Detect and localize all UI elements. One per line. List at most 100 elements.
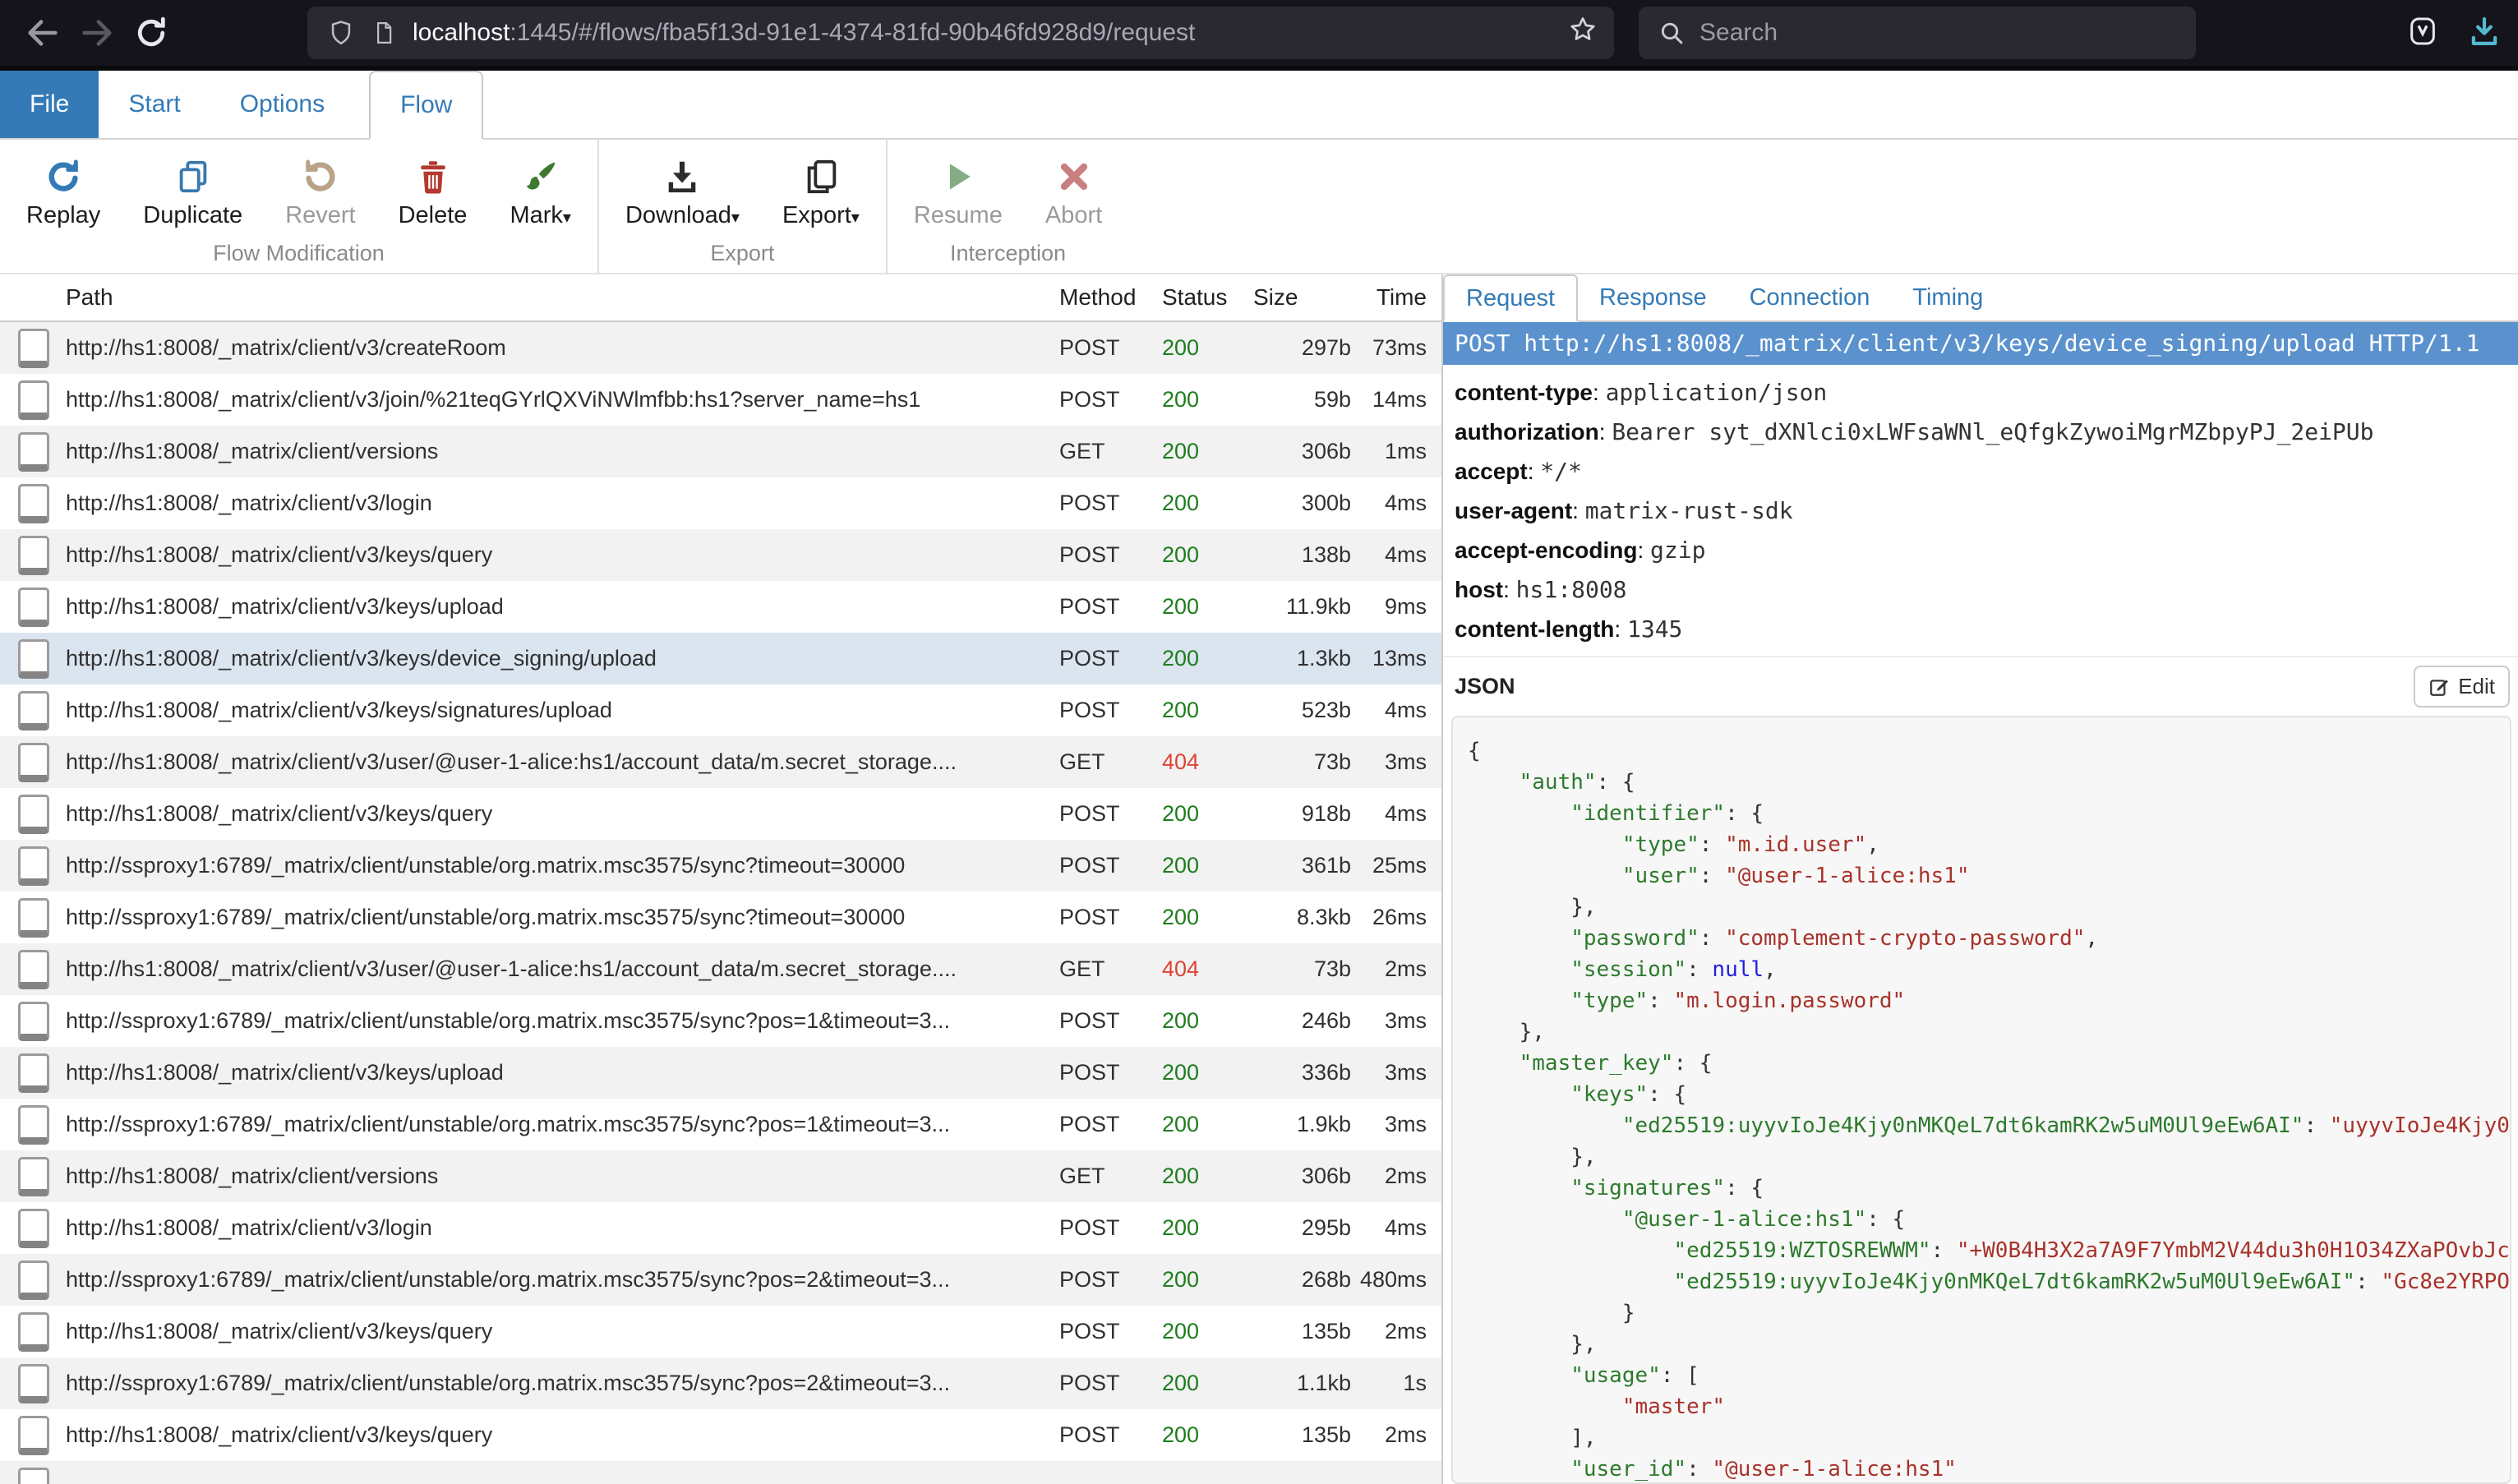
header-line[interactable]: content-type: application/json	[1455, 373, 2518, 412]
flow-path: http://hs1:8008/_matrix/client/v3/keys/q…	[66, 542, 1059, 568]
column-header-size[interactable]: Size	[1248, 284, 1351, 311]
flow-row[interactable]: http://ssproxy1:6789/_matrix/client/unst…	[0, 1254, 1441, 1306]
json-token: : {	[1648, 1082, 1686, 1107]
header-line[interactable]: authorization: Bearer syt_dXNlci0xLWFsaW…	[1455, 412, 2518, 452]
header-value: Bearer syt_dXNlci0xLWFsaWNl_eQfgkZywoiMg…	[1612, 418, 2373, 445]
flow-row[interactable]: http://hs1:8008/_matrix/client/v3/user/@…	[0, 736, 1441, 788]
browser-chrome: localhost:1445/#/flows/fba5f13d-91e1-437…	[0, 0, 2518, 71]
download-button[interactable]: Download▾	[604, 151, 761, 234]
json-body-view[interactable]: {"auth": {"identifier": {"type": "m.id.u…	[1451, 716, 2511, 1484]
replay-button[interactable]: Replay	[5, 151, 122, 234]
flow-row[interactable]: http://ssproxy1:6789/_matrix/client/unst…	[0, 995, 1441, 1047]
flow-row[interactable]: http://hs1:8008/_matrix/client/v3/keys/q…	[0, 788, 1441, 840]
flow-row[interactable]: http://hs1:8008/_matrix/client/v3/loginP…	[0, 1202, 1441, 1254]
json-token: ,	[2085, 926, 2098, 951]
extension-button[interactable]	[2406, 13, 2439, 53]
browser-search-bar[interactable]: Search	[1639, 7, 2196, 59]
flow-time: 3ms	[1351, 749, 1441, 775]
detail-tabs: RequestResponseConnectionTiming	[1443, 274, 2518, 322]
page-info-icon[interactable]	[371, 18, 396, 48]
header-line[interactable]: user-agent: matrix-rust-sdk	[1455, 491, 2518, 531]
delete-button[interactable]: Delete	[377, 151, 489, 234]
header-line[interactable]: content-length: 1345	[1455, 610, 2518, 649]
mark-button[interactable]: Mark▾	[488, 151, 593, 234]
header-line[interactable]: accept: */*	[1455, 452, 2518, 491]
flow-row[interactable]: http://hs1:8008/_matrix/client/v3/keys/s…	[0, 684, 1441, 736]
flow-table-body: http://hs1:8008/_matrix/client/v3/create…	[0, 322, 1441, 1484]
reload-button[interactable]	[130, 12, 173, 54]
flow-row[interactable]: http://hs1:8008/_matrix/client/v3/keys/q…	[0, 1409, 1441, 1461]
revert-button[interactable]: Revert	[264, 151, 376, 234]
flow-row[interactable]: http://hs1:8008/_matrix/client/v3/create…	[0, 322, 1441, 374]
flow-method: POST	[1059, 853, 1162, 878]
header-name: accept-encoding	[1455, 537, 1637, 563]
flow-row[interactable]: http://hs1:8008/_matrix/client/v3/keys/u…	[0, 581, 1441, 633]
flow-size: 295b	[1248, 1215, 1351, 1241]
mark-icon	[523, 156, 559, 196]
column-header-time[interactable]: Time	[1351, 284, 1441, 311]
flow-row[interactable]: http://hs1:8008/_matrix/client/v3/loginP…	[0, 477, 1441, 529]
flow-row[interactable]: http://ssproxy1:6789/_matrix/client/unst…	[0, 840, 1441, 892]
abort-icon	[1056, 156, 1092, 196]
flow-row[interactable]: http://hs1:8008/_matrix/client/v3/keys/d…	[0, 633, 1441, 684]
flow-method: POST	[1059, 698, 1162, 723]
forward-button[interactable]	[76, 12, 118, 54]
downloads-button[interactable]	[2467, 13, 2502, 53]
detail-tab-request[interactable]: Request	[1443, 274, 1578, 322]
detail-tab-response[interactable]: Response	[1578, 274, 1728, 320]
menu-item-start[interactable]: Start	[99, 71, 210, 138]
json-token: ],	[1570, 1426, 1596, 1450]
flow-method: GET	[1059, 749, 1162, 775]
duplicate-button[interactable]: Duplicate	[122, 151, 264, 234]
flow-method: GET	[1059, 1164, 1162, 1189]
menu-item-file[interactable]: File	[0, 71, 99, 138]
flow-row[interactable]: http://ssproxy1:6789/_matrix/client/unst…	[0, 892, 1441, 943]
resume-button[interactable]: Resume	[892, 151, 1024, 234]
back-button[interactable]	[21, 12, 64, 54]
flow-row[interactable]: http://hs1:8008/_matrix/client/versionsG…	[0, 1150, 1441, 1202]
json-line: "ed25519:uyyvIoJe4Kjy0nMKQeL7dt6kamRK2w5…	[1468, 1266, 2495, 1297]
column-header-method[interactable]: Method	[1059, 284, 1162, 311]
json-line: "user": "@user-1-alice:hs1"	[1468, 860, 2495, 892]
flow-row[interactable]: http://hs1:8008/_matrix/client/v3/keys/q…	[0, 529, 1441, 581]
export-button[interactable]: Export▾	[761, 151, 881, 234]
detail-tab-connection[interactable]: Connection	[1728, 274, 1892, 320]
flow-row[interactable]: http://hs1:8008/_matrix/client/v3/keys/q…	[0, 1306, 1441, 1357]
menu-item-options[interactable]: Options	[210, 71, 354, 138]
flow-row[interactable]: http://hs1:8008/_matrix/client/v3/user/@…	[0, 943, 1441, 995]
json-token: },	[1520, 1020, 1545, 1044]
flow-size: 1.9kb	[1248, 1112, 1351, 1137]
menu-item-flow[interactable]: Flow	[369, 71, 483, 140]
url-bar[interactable]: localhost:1445/#/flows/fba5f13d-91e1-437…	[307, 7, 1614, 59]
flow-time: 2ms	[1351, 1422, 1441, 1448]
flow-method: POST	[1059, 905, 1162, 930]
detail-tab-timing[interactable]: Timing	[1891, 274, 2004, 320]
bookmark-star-button[interactable]	[1568, 15, 1598, 51]
forward-arrow-icon	[78, 14, 116, 52]
header-line[interactable]: accept-encoding: gzip	[1455, 531, 2518, 570]
json-line: "type": "m.id.user",	[1468, 829, 2495, 860]
flow-method: POST	[1059, 801, 1162, 827]
flow-size: 297b	[1248, 335, 1351, 361]
json-token: : {	[1673, 1051, 1712, 1076]
request-first-line[interactable]: POST http://hs1:8008/_matrix/client/v3/k…	[1443, 322, 2518, 365]
flow-type-icon	[18, 484, 49, 523]
flow-row[interactable]: http://hs1:8008/_matrix/client/versionsG…	[0, 426, 1441, 477]
flow-row[interactable]: http://ssproxy1:6789/_matrix/client/unst…	[0, 1357, 1441, 1409]
flow-row[interactable]: http://hs1:8008/_matrix/client/v3/keys/u…	[0, 1047, 1441, 1099]
header-line[interactable]: host: hs1:8008	[1455, 570, 2518, 610]
column-header-status[interactable]: Status	[1162, 284, 1248, 311]
json-line: "user_id": "@user-1-alice:hs1"	[1468, 1454, 2495, 1484]
column-header-path[interactable]: Path	[66, 284, 1059, 311]
flow-row[interactable]: http://hs1:8008/_matrix/client/v3/join/%…	[0, 374, 1441, 426]
abort-button[interactable]: Abort	[1024, 151, 1123, 234]
edit-body-button[interactable]: Edit	[2414, 666, 2510, 707]
request-headers: content-type: application/jsonauthorizat…	[1443, 365, 2518, 649]
flow-path: http://hs1:8008/_matrix/client/v3/keys/s…	[66, 698, 1059, 723]
flow-type-icon	[18, 1468, 49, 1484]
flow-row[interactable]	[0, 1461, 1441, 1484]
flow-row[interactable]: http://ssproxy1:6789/_matrix/client/unst…	[0, 1099, 1441, 1150]
header-name: content-type	[1455, 380, 1593, 405]
json-token: :	[1648, 989, 1673, 1013]
flow-size: 1.1kb	[1248, 1371, 1351, 1396]
